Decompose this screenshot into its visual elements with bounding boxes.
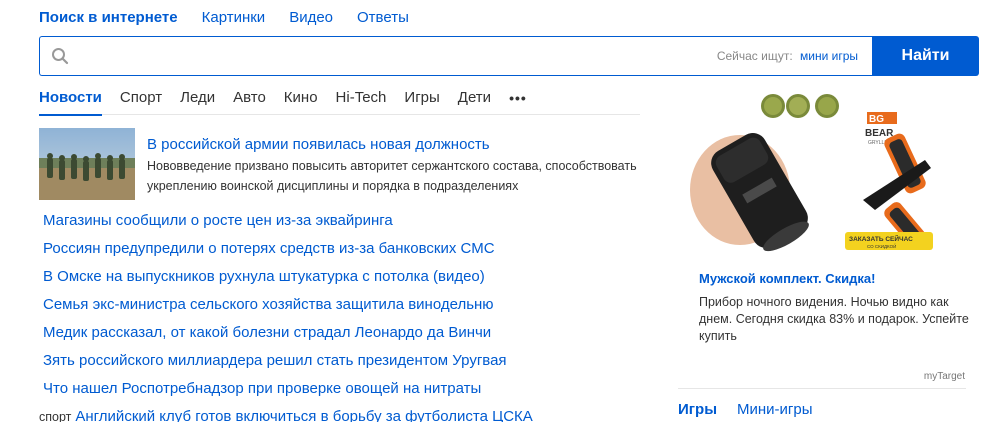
news-item[interactable]: Что нашел Роспотребнадзор при проверке о…: [39, 378, 640, 406]
tab-mini-games[interactable]: Мини-игры: [737, 401, 813, 418]
tab-games-main[interactable]: Игры: [678, 401, 717, 418]
news-title[interactable]: Английский клуб готов включиться в борьб…: [75, 408, 532, 422]
tab-images[interactable]: Картинки: [202, 9, 266, 29]
news-category-tabs: Новости Спорт Леди Авто Кино Hi-Tech Игр…: [39, 89, 640, 116]
news-rubric: спорт: [39, 410, 72, 422]
news-title[interactable]: В Омске на выпускников рухнула штукатурк…: [43, 268, 485, 285]
search-hint: Сейчас ищут: мини игры: [717, 49, 858, 63]
search-button[interactable]: Найти: [872, 36, 979, 76]
news-item[interactable]: Магазины сообщили о росте цен из-за эква…: [39, 210, 640, 238]
more-tabs-button[interactable]: •••: [509, 89, 527, 115]
news-item[interactable]: спорт Английский клуб готов включиться в …: [39, 406, 640, 422]
news-item[interactable]: Семья экс-министра сельского хозяйства з…: [39, 294, 640, 322]
ad-text[interactable]: Прибор ночного видения. Ночью видно как …: [699, 294, 969, 345]
news-title[interactable]: Медик рассказал, от какой болезни страда…: [43, 324, 491, 341]
tab-hitech[interactable]: Hi-Tech: [336, 89, 387, 115]
news-item[interactable]: Зять российского миллиардера решил стать…: [39, 350, 640, 378]
tab-answers[interactable]: Ответы: [357, 9, 409, 29]
tab-news[interactable]: Новости: [39, 89, 102, 116]
news-title[interactable]: Зять российского миллиардера решил стать…: [43, 352, 507, 369]
tab-web-search[interactable]: Поиск в интернете: [39, 9, 178, 29]
games-tabs: Игры Мини-игры: [678, 401, 833, 418]
tab-video[interactable]: Видео: [289, 9, 333, 29]
search-box: Сейчас ищут: мини игры: [39, 36, 872, 76]
news-title[interactable]: Что нашел Роспотребнадзор при проверке о…: [43, 380, 481, 397]
tab-sport[interactable]: Спорт: [120, 89, 162, 115]
tab-lady[interactable]: Леди: [180, 89, 215, 115]
section-divider: [678, 388, 966, 389]
ad-order-text: ЗАКАЗАТЬ СЕЙЧАС: [849, 234, 913, 243]
lead-news: В российской армии появилась новая должн…: [39, 128, 640, 200]
news-list: Магазины сообщили о росте цен из-за эква…: [39, 210, 640, 422]
search-input[interactable]: [80, 37, 717, 75]
ad-source-label[interactable]: myTarget: [924, 371, 965, 382]
ad-brand-text: BEAR: [865, 128, 894, 139]
ad-image[interactable]: BG BEAR GRYLLS ЗАКАЗАТЬ СЕЙЧАС СО СКИДКО…: [685, 90, 945, 260]
search-type-tabs: Поиск в интернете Картинки Видео Ответы: [39, 9, 433, 29]
news-title[interactable]: Россиян предупредили о потерях средств и…: [43, 240, 495, 257]
search-hint-link[interactable]: мини игры: [800, 49, 858, 63]
lead-news-image[interactable]: [39, 128, 135, 200]
news-title[interactable]: Магазины сообщили о росте цен из-за эква…: [43, 212, 393, 229]
tab-games[interactable]: Игры: [404, 89, 439, 115]
news-item[interactable]: В Омске на выпускников рухнула штукатурк…: [39, 266, 640, 294]
news-item[interactable]: Медик рассказал, от какой болезни страда…: [39, 322, 640, 350]
svg-text:BG: BG: [869, 114, 884, 125]
lead-news-title[interactable]: В российской армии появилась новая должн…: [147, 136, 490, 153]
tab-auto[interactable]: Авто: [233, 89, 266, 115]
search-icon: [40, 36, 80, 76]
ad-order-subtext: СО СКИДКОЙ: [867, 242, 896, 249]
search-bar: Сейчас ищут: мини игры Найти: [39, 36, 979, 76]
lead-news-description: Нововведение призвано повысить авторитет…: [147, 159, 637, 193]
news-title[interactable]: Семья экс-министра сельского хозяйства з…: [43, 296, 494, 313]
ad-title[interactable]: Мужской комплект. Скидка!: [699, 271, 875, 286]
search-hint-label: Сейчас ищут:: [716, 49, 793, 63]
tab-kino[interactable]: Кино: [284, 89, 318, 115]
news-item[interactable]: Россиян предупредили о потерях средств и…: [39, 238, 640, 266]
ad-block: BG BEAR GRYLLS ЗАКАЗАТЬ СЕЙЧАС СО СКИДКО…: [685, 90, 969, 382]
tab-kids[interactable]: Дети: [458, 89, 491, 115]
